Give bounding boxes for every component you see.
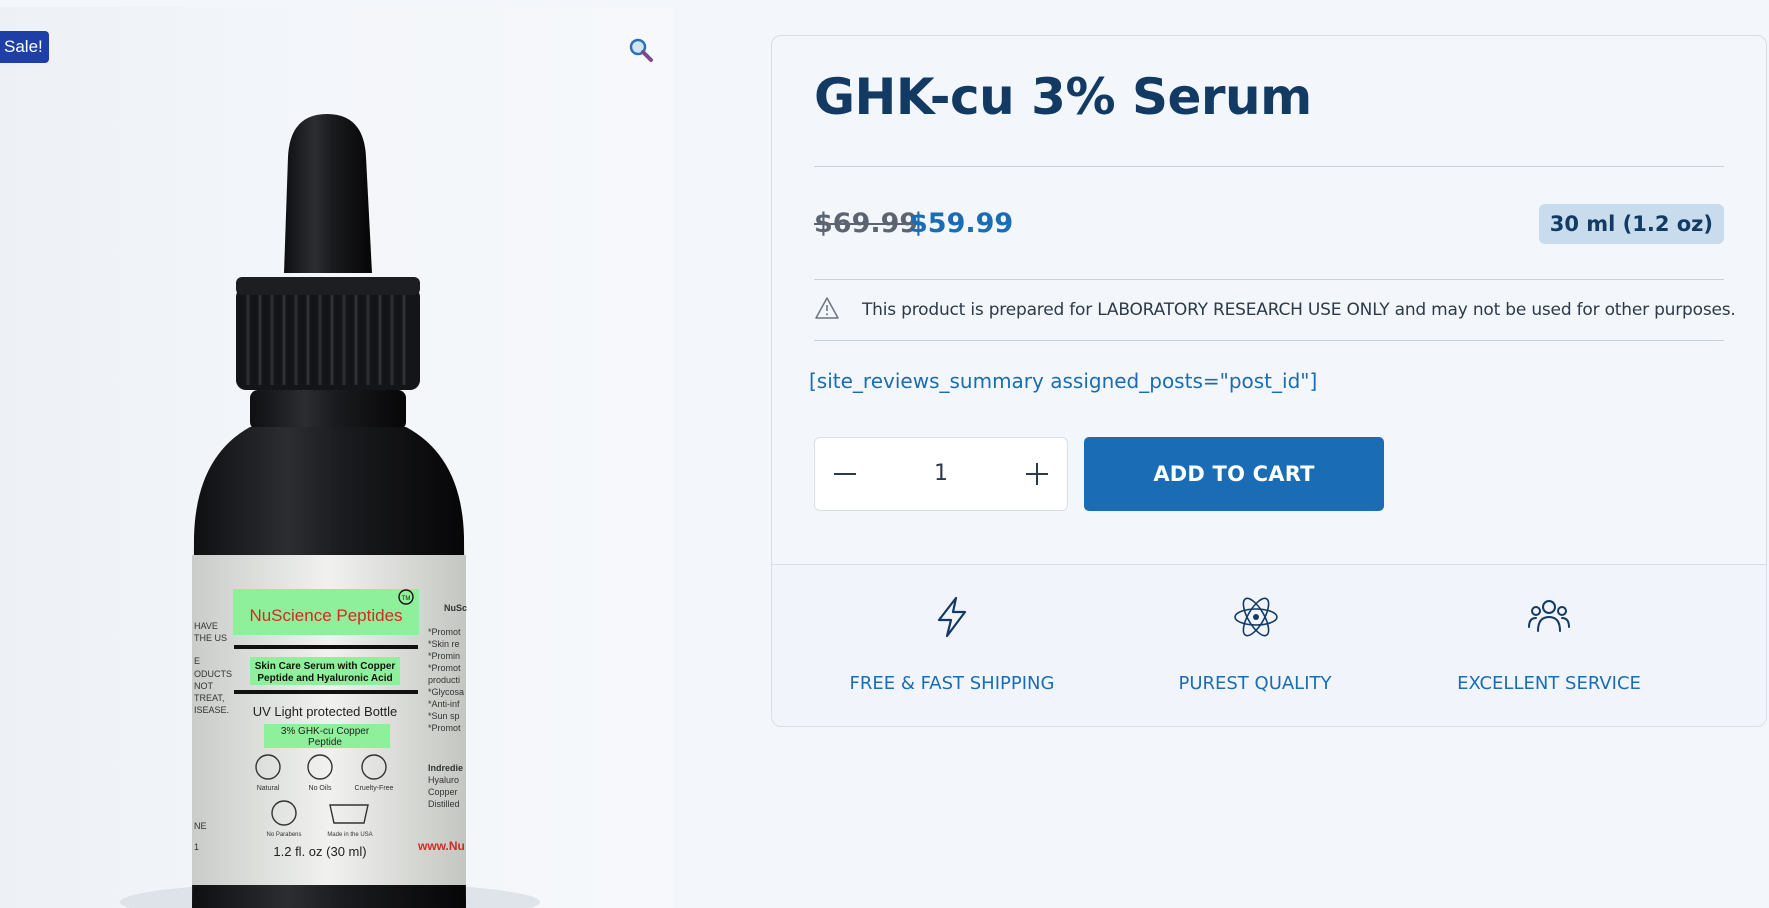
svg-text:Made in the USA: Made in the USA (327, 832, 372, 838)
feature-label: FREE & FAST SHIPPING (849, 673, 1055, 694)
divider (814, 340, 1724, 341)
quantity-stepper (814, 437, 1068, 511)
svg-text:E: E (194, 656, 200, 666)
svg-text:Cruelty-Free: Cruelty-Free (355, 785, 394, 792)
svg-text:*Promot: *Promot (428, 627, 461, 637)
product-summary: GHK-cu 3% Serum $69.99 $59.99 30 ml (1.2… (771, 35, 1767, 727)
divider (814, 279, 1724, 280)
svg-text:UV Light protected Bottle: UV Light protected Bottle (253, 704, 398, 719)
users-icon (1528, 600, 1570, 632)
svg-text:*Promin: *Promin (428, 651, 460, 661)
svg-text:NOT: NOT (194, 681, 214, 691)
svg-text:1: 1 (194, 842, 199, 852)
atom-icon (1234, 597, 1278, 637)
svg-text:THE US: THE US (194, 633, 227, 643)
svg-text:Natural: Natural (257, 785, 280, 792)
svg-text:Skin Care Serum with Copper: Skin Care Serum with Copper (255, 661, 396, 672)
product-image: NuScience Peptides TM Skin Care Serum wi… (120, 114, 540, 908)
svg-text:www.Nu: www.Nu (417, 839, 465, 853)
svg-text:Peptide and Hyaluronic Acid: Peptide and Hyaluronic Acid (257, 673, 392, 684)
features-strip: FREE & FAST SHIPPING PUREST QUALITY EXCE… (772, 564, 1766, 726)
svg-text:NuSc: NuSc (444, 603, 467, 613)
size-option-button[interactable]: 30 ml (1.2 oz) (1538, 204, 1724, 244)
svg-text:ISEASE.: ISEASE. (194, 705, 229, 715)
feature-label: EXCELLENT SERVICE (1457, 673, 1641, 694)
svg-text:Copper: Copper (428, 787, 458, 797)
svg-text:Peptide: Peptide (308, 737, 342, 748)
price-sale: $59.99 (909, 208, 1014, 239)
research-use-notice: This product is prepared for LABORATORY … (862, 300, 1736, 320)
add-to-cart-button[interactable]: ADD TO CART (1084, 437, 1384, 511)
product-title: GHK-cu 3% Serum (814, 68, 1312, 126)
svg-text:Distilled: Distilled (428, 799, 460, 809)
sale-badge: Sale! (0, 31, 49, 63)
svg-text:No Parabens: No Parabens (266, 832, 301, 838)
magnifier-icon[interactable] (628, 37, 654, 63)
svg-text:Hyaluro: Hyaluro (428, 775, 459, 785)
quantity-decrease-button[interactable] (815, 438, 875, 510)
label-brand: NuScience Peptides (249, 606, 402, 625)
lightning-icon (937, 596, 967, 638)
svg-text:3% GHK-cu Copper: 3% GHK-cu Copper (281, 726, 370, 737)
svg-text:*Skin re: *Skin re (428, 639, 460, 649)
warning-icon (815, 297, 839, 319)
divider (814, 166, 1724, 167)
svg-text:NE: NE (194, 821, 207, 831)
svg-text:Indredie: Indredie (428, 763, 463, 773)
feature-label: PUREST QUALITY (1178, 673, 1332, 694)
reviews-summary-shortcode: [site_reviews_summary assigned_posts="po… (809, 369, 1318, 393)
svg-text:TREAT,: TREAT, (194, 693, 224, 703)
product-gallery: NuScience Peptides TM Skin Care Serum wi… (0, 7, 673, 908)
quantity-increase-button[interactable] (1007, 438, 1067, 510)
svg-text:HAVE: HAVE (194, 621, 218, 631)
price-original: $69.99 (814, 208, 919, 239)
svg-text:*Sun sp: *Sun sp (428, 711, 460, 721)
svg-text:No Oils: No Oils (309, 785, 332, 792)
svg-text:TM: TM (402, 596, 411, 602)
svg-text:*Promot: *Promot (428, 723, 461, 733)
svg-text:1.2 fl. oz (30 ml): 1.2 fl. oz (30 ml) (273, 844, 366, 859)
svg-text:ODUCTS: ODUCTS (194, 669, 232, 679)
svg-text:producti: producti (428, 675, 460, 685)
quantity-input[interactable] (875, 438, 1007, 510)
svg-text:*Anti-inf: *Anti-inf (428, 699, 460, 709)
svg-text:*Glycosa: *Glycosa (428, 687, 464, 697)
svg-text:*Promot: *Promot (428, 663, 461, 673)
